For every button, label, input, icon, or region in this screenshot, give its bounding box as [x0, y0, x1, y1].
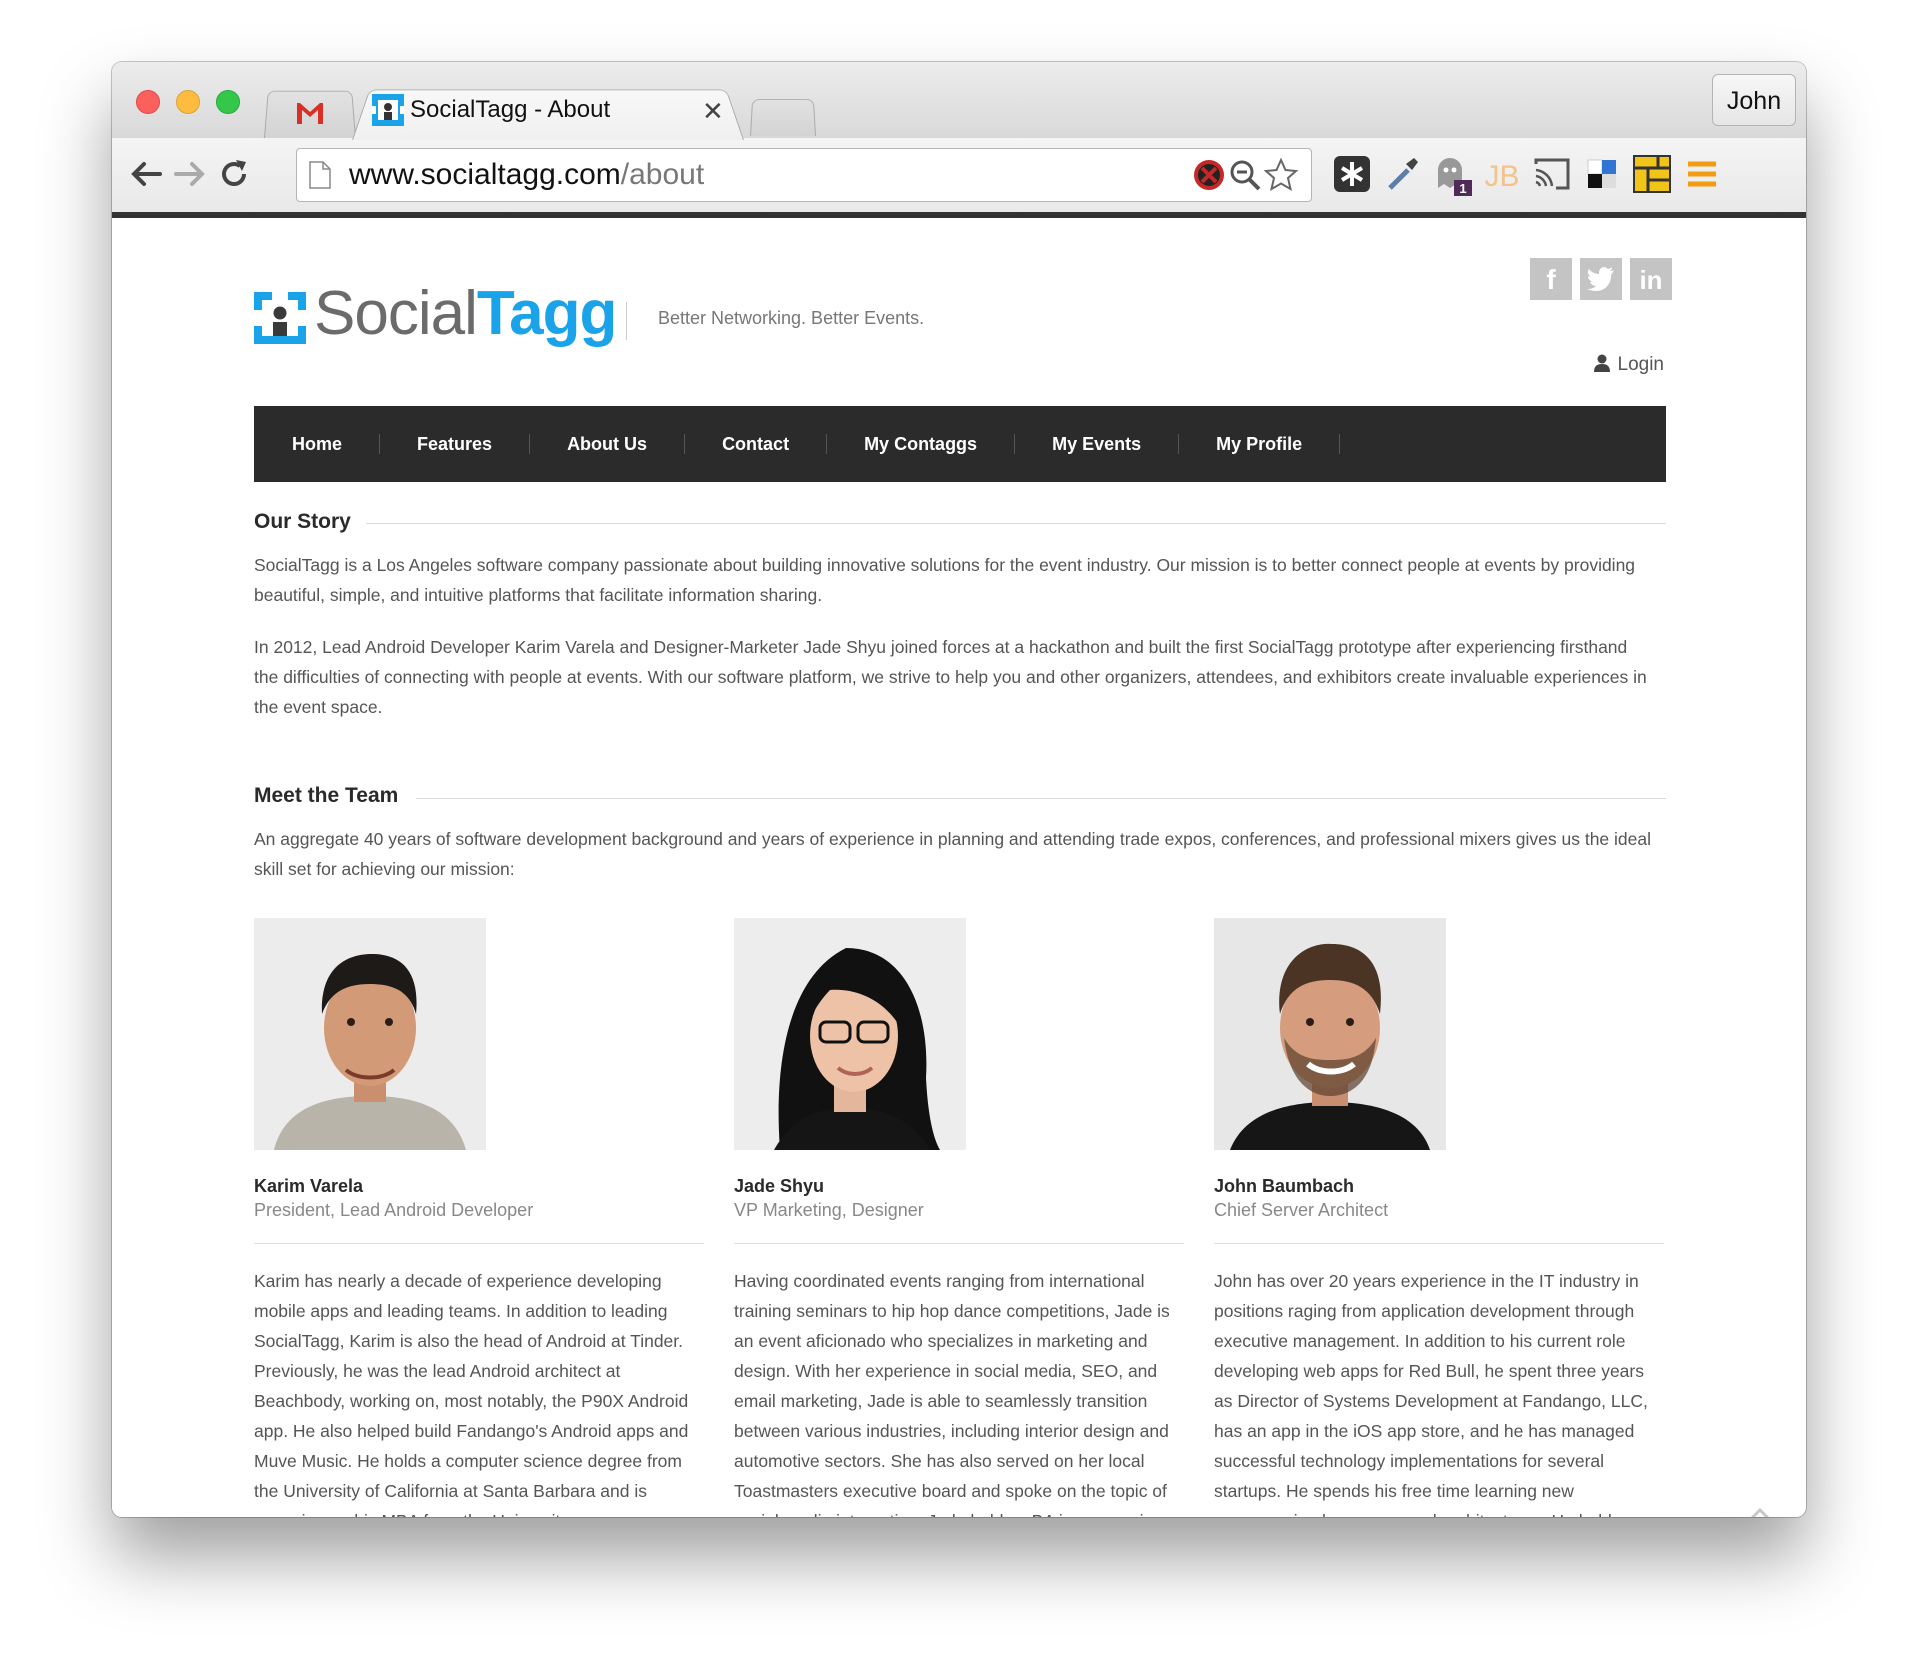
story-paragraph-1: SocialTagg is a Los Angeles software com… [254, 555, 1636, 605]
nav-separator [529, 434, 531, 454]
member-name: John Baumbach [1214, 1176, 1355, 1196]
url-text: www.socialtagg.com/about [349, 158, 704, 192]
member-role: VP Marketing, Designer [734, 1200, 924, 1220]
twitter-icon[interactable] [1580, 258, 1622, 300]
bookmark-star-icon[interactable] [1263, 157, 1299, 193]
heading-divider [366, 523, 1666, 524]
page-icon [309, 161, 331, 189]
member-role: Chief Server Architect [1214, 1200, 1389, 1220]
ghostery-badge: 1 [1459, 181, 1466, 196]
new-tab-button[interactable] [750, 98, 816, 136]
heading-divider [416, 798, 1666, 799]
nav-contact[interactable]: Contact [698, 434, 813, 455]
jb-text: JB [1484, 160, 1519, 193]
karim-photo [254, 918, 486, 1150]
main-navigation: Home Features About Us Contact My Contag… [254, 406, 1666, 482]
jade-photo [734, 918, 966, 1150]
member-divider [734, 1243, 1184, 1244]
nav-about-us[interactable]: About Us [543, 434, 671, 455]
minimize-window-button[interactable] [176, 90, 200, 114]
user-icon [1593, 354, 1610, 372]
menu-icon[interactable] [1680, 152, 1724, 196]
logo-social: Social [314, 279, 478, 348]
close-window-button[interactable] [136, 90, 160, 114]
nav-my-profile[interactable]: My Profile [1192, 434, 1326, 455]
team-member-card: John Baumbach Chief Server Architect Joh… [1214, 918, 1664, 1517]
john-photo [1214, 918, 1446, 1150]
logo-tagg: Tagg [476, 279, 617, 348]
zoom-window-button[interactable] [216, 90, 240, 114]
twitter-bird-icon [1587, 267, 1614, 291]
login-link[interactable]: Login [1593, 354, 1665, 376]
story-paragraph-2: In 2012, Lead Android Developer Karim Va… [254, 637, 1647, 717]
team-member-card: Karim Varela President, Lead Android Dev… [254, 918, 704, 1517]
team-member-card: Jade Shyu VP Marketing, Designer Having … [734, 918, 1184, 1517]
member-bio: John has over 20 years experience in the… [1214, 1271, 1648, 1517]
logo-wordmark: SocialTagg [314, 278, 617, 349]
layout-extension-icon[interactable] [1630, 152, 1674, 196]
url-host: www.socialtagg.com [349, 158, 621, 191]
jb-extension-icon[interactable]: JB [1480, 152, 1524, 196]
team-intro: An aggregate 40 years of software develo… [254, 829, 1651, 879]
blocked-icon[interactable] [1191, 157, 1227, 193]
nav-separator [1014, 434, 1016, 454]
reload-icon[interactable] [214, 154, 254, 194]
nav-separator [1339, 434, 1341, 454]
nav-home[interactable]: Home [268, 434, 366, 455]
asterisk-extension-icon[interactable] [1330, 152, 1374, 196]
facebook-icon[interactable]: f [1530, 258, 1572, 300]
tagline-divider [626, 302, 627, 340]
member-divider [254, 1243, 704, 1244]
delicious-icon[interactable] [1580, 152, 1624, 196]
zoom-icon[interactable] [1227, 157, 1263, 193]
member-name: Jade Shyu [734, 1176, 825, 1196]
socialtagg-favicon [372, 94, 404, 126]
nav-separator [826, 434, 828, 454]
member-bio: Having coordinated events ranging from i… [734, 1271, 1170, 1517]
tab-title: SocialTagg - About [410, 96, 611, 123]
address-bar[interactable]: www.socialtagg.com/about [296, 148, 1312, 202]
profile-button[interactable]: John [1712, 74, 1796, 126]
nav-features[interactable]: Features [393, 434, 516, 455]
ghostery-icon[interactable]: 1 [1430, 152, 1474, 196]
our-story-heading: Our Story [254, 510, 351, 533]
member-bio: Karim has nearly a decade of experience … [254, 1271, 689, 1517]
nav-separator [379, 434, 381, 454]
nav-my-events[interactable]: My Events [1028, 434, 1165, 455]
web-page: SocialTagg Better Networking. Better Eve… [112, 218, 1806, 1517]
feedly-icon[interactable] [1740, 1506, 1780, 1517]
member-name: Karim Varela [254, 1176, 364, 1196]
cast-icon[interactable] [1530, 152, 1574, 196]
gmail-icon [297, 103, 323, 124]
linkedin-icon[interactable]: in [1630, 258, 1672, 300]
back-arrow-icon[interactable] [126, 154, 166, 194]
login-label: Login [1617, 354, 1665, 375]
member-divider [1214, 1243, 1664, 1244]
nav-separator [684, 434, 686, 454]
browser-toolbar: www.socialtagg.com/about 1 JB [112, 138, 1806, 213]
member-role: President, Lead Android Developer [254, 1200, 534, 1220]
meet-the-team-heading: Meet the Team [254, 784, 399, 807]
forward-arrow-icon[interactable] [170, 154, 210, 194]
browser-window: SocialTagg - About ✕ John www.socialtagg… [112, 62, 1806, 1517]
nav-my-contaggs[interactable]: My Contaggs [840, 434, 1001, 455]
eyedropper-icon[interactable] [1380, 152, 1424, 196]
tab-close-icon[interactable]: ✕ [702, 96, 724, 127]
nav-separator [1178, 434, 1180, 454]
url-path: /about [620, 158, 705, 191]
socialtagg-logo-icon [254, 292, 306, 344]
title-bar: SocialTagg - About ✕ John [112, 62, 1806, 140]
site-tagline: Better Networking. Better Events. [658, 308, 925, 328]
